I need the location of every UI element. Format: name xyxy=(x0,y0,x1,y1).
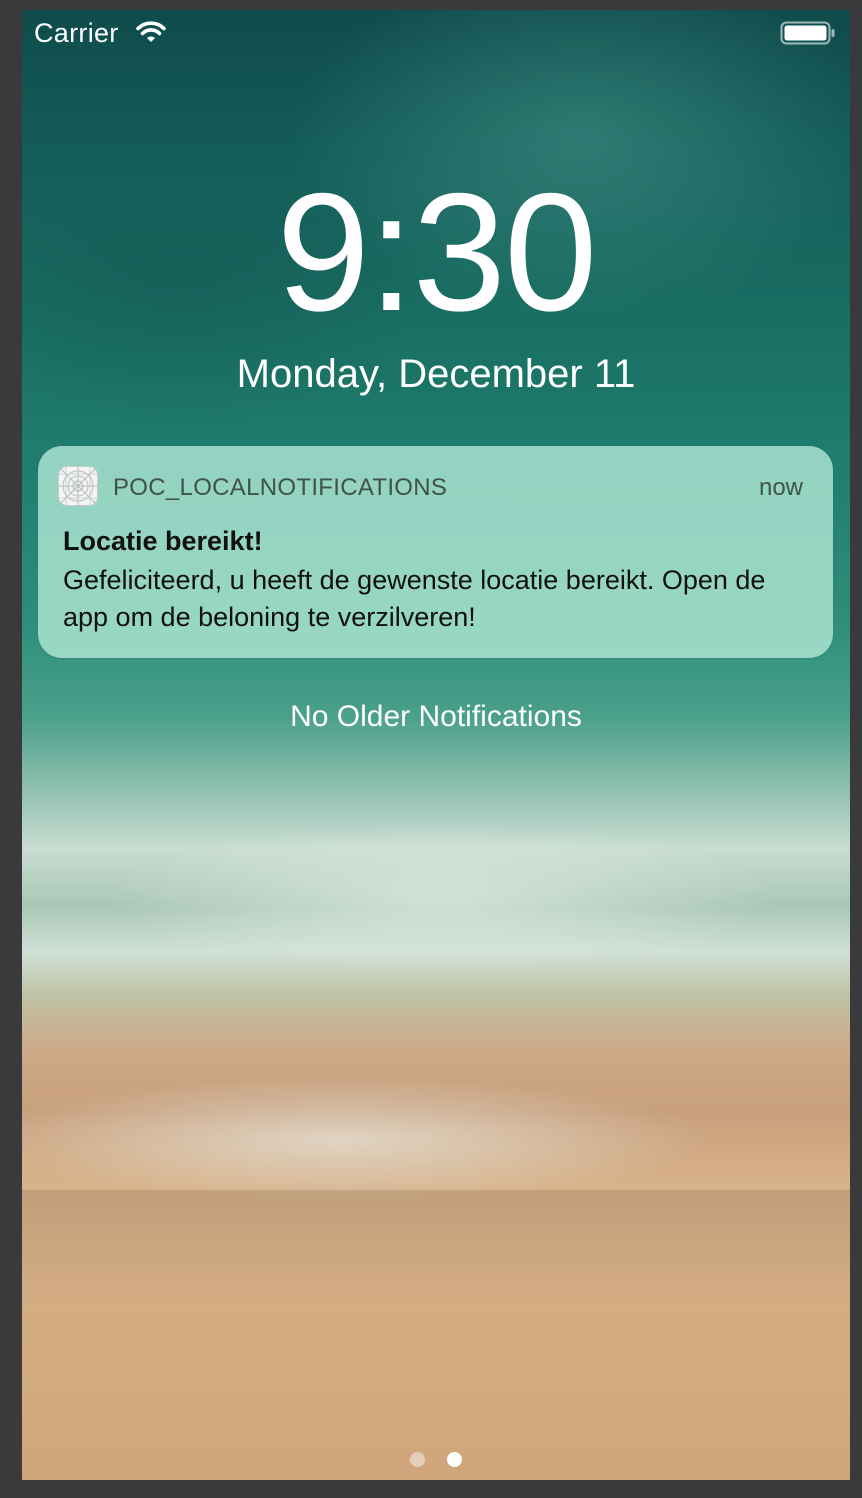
carrier-label: Carrier xyxy=(34,18,119,48)
app-placeholder-icon xyxy=(58,466,98,506)
notification-title: Locatie bereikt! xyxy=(63,526,263,556)
status-bar: Carrier xyxy=(22,10,850,58)
lock-screen: Carrier 9:30 Monday, December 11 POC_LOC… xyxy=(22,10,850,1480)
wifi-icon xyxy=(136,21,166,42)
notification-body: Gefeliciteerd, u heeft de gewenste locat… xyxy=(63,565,766,632)
lock-screen-date: Monday, December 11 xyxy=(236,352,636,396)
page-dot-1[interactable] xyxy=(409,1452,425,1467)
notification-card[interactable]: POC_LOCALNOTIFICATIONS now Locatie berei… xyxy=(38,446,833,658)
wallpaper-sand xyxy=(22,1190,850,1310)
no-older-notifications-label: No Older Notifications xyxy=(290,700,582,733)
wallpaper-foam xyxy=(22,770,850,1030)
notification-app-name: POC_LOCALNOTIFICATIONS xyxy=(113,474,448,501)
lock-screen-clock: 9:30 xyxy=(276,158,598,346)
battery-full-icon xyxy=(780,21,835,45)
notification-time: now xyxy=(758,474,803,501)
page-indicator[interactable] xyxy=(22,1452,850,1468)
page-dot-2-active[interactable] xyxy=(447,1452,463,1467)
